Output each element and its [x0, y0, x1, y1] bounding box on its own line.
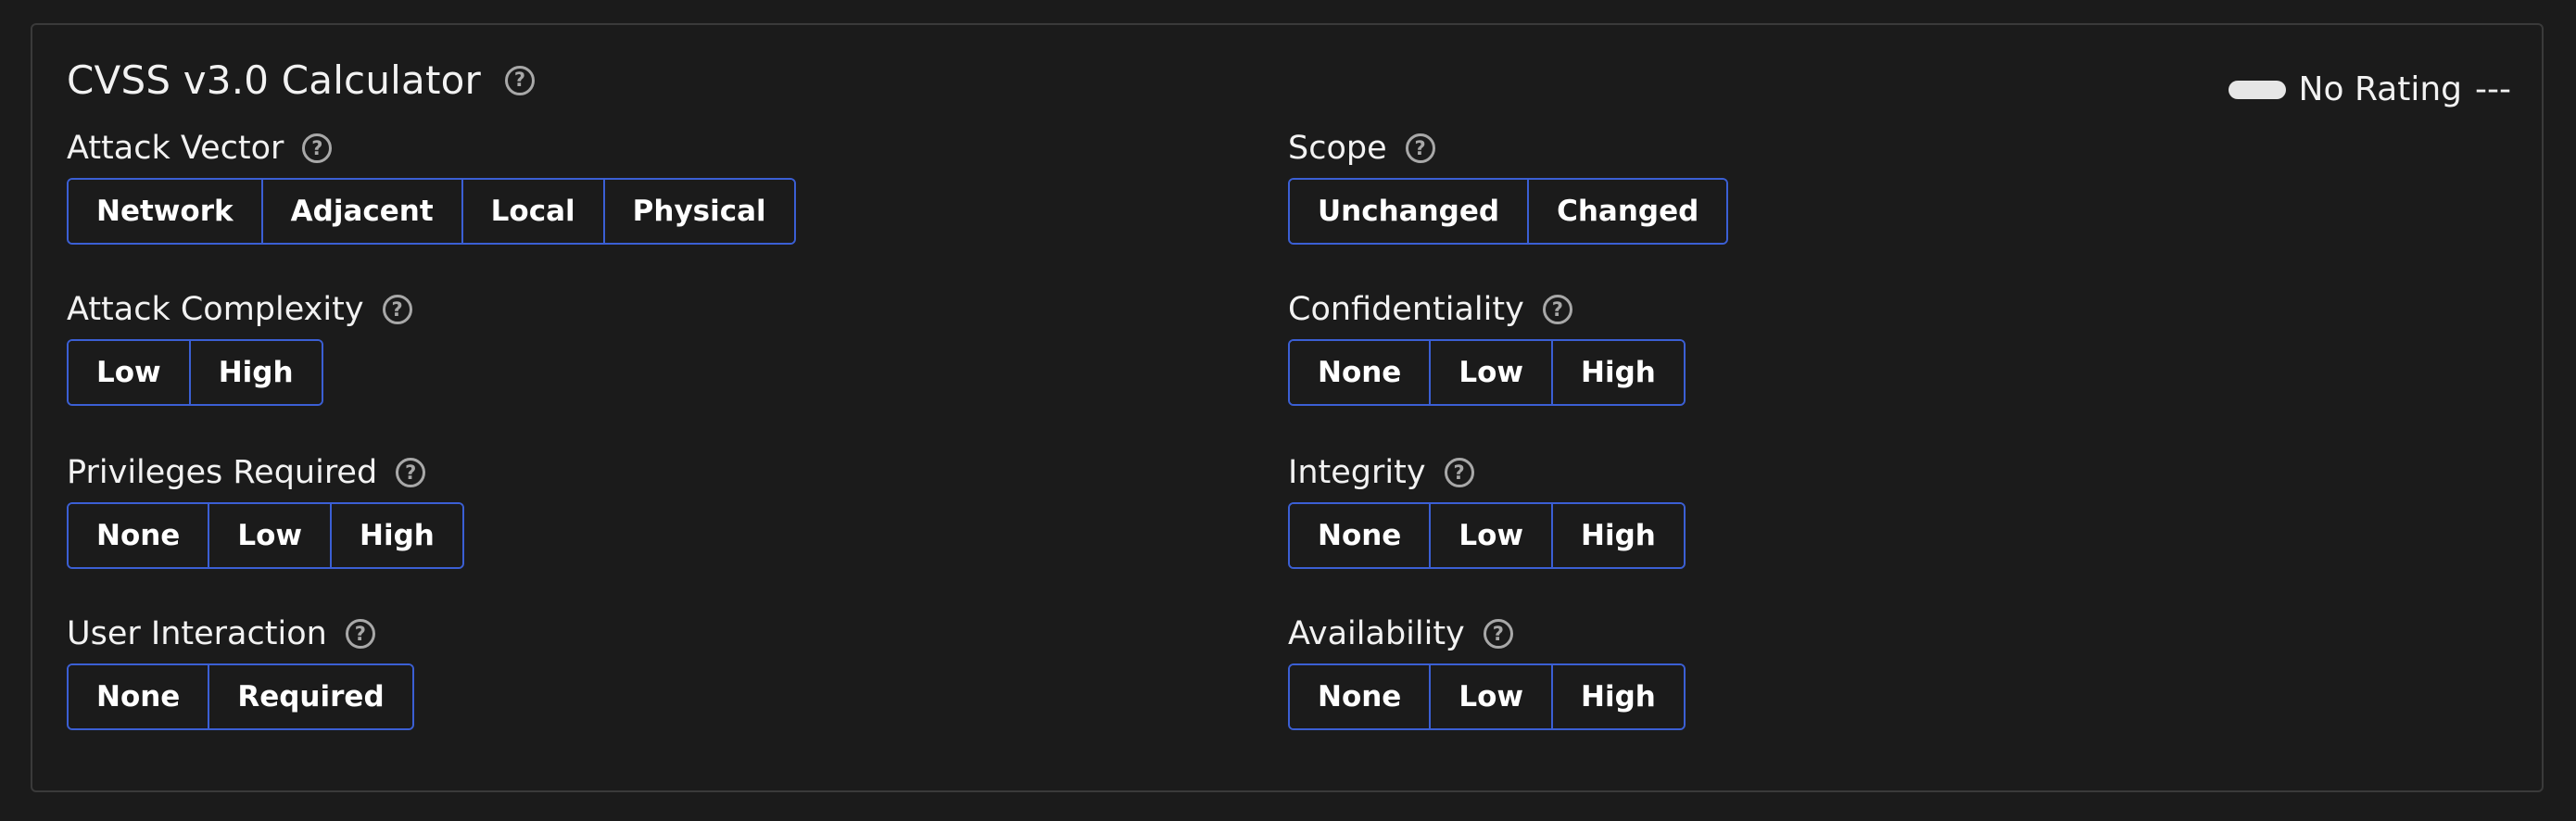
metric-label: Attack Complexity — [67, 291, 364, 328]
option-adjacent[interactable]: Adjacent — [262, 180, 463, 243]
help-icon[interactable]: ? — [505, 65, 536, 95]
help-icon[interactable]: ? — [345, 619, 375, 649]
page-title: CVSS v3.0 Calculator — [67, 57, 482, 103]
option-high[interactable]: High — [1553, 341, 1684, 404]
privileges-required-options: None Low High — [67, 502, 464, 569]
rating-indicator: No Rating --- — [2228, 70, 2511, 108]
metric-label: Availability — [1288, 615, 1465, 652]
option-none[interactable]: None — [1290, 504, 1432, 567]
confidentiality-options: None Low High — [1288, 339, 1686, 406]
metric-integrity: Integrity ? None Low High — [1288, 452, 1686, 569]
metric-scope: Scope ? Unchanged Changed — [1288, 128, 1729, 245]
help-icon[interactable]: ? — [1444, 458, 1474, 487]
rating-label: No Rating — [2298, 70, 2463, 108]
metric-availability: Availability ? None Low High — [1288, 613, 1686, 730]
help-icon[interactable]: ? — [1483, 619, 1513, 649]
help-icon[interactable]: ? — [382, 295, 412, 324]
rating-score: --- — [2475, 70, 2511, 108]
option-none[interactable]: None — [69, 665, 210, 728]
metric-label: Privileges Required — [67, 454, 378, 491]
attack-vector-options: Network Adjacent Local Physical — [67, 178, 796, 245]
option-unchanged[interactable]: Unchanged — [1290, 180, 1530, 243]
option-low[interactable]: Low — [209, 504, 333, 567]
option-high[interactable]: High — [1553, 504, 1684, 567]
metric-label: Integrity — [1288, 454, 1426, 491]
metric-privileges-required: Privileges Required ? None Low High — [67, 452, 464, 569]
option-low[interactable]: Low — [1431, 665, 1554, 728]
option-changed[interactable]: Changed — [1529, 180, 1727, 243]
help-icon[interactable]: ? — [302, 133, 333, 163]
option-low[interactable]: Low — [1431, 341, 1554, 404]
option-high[interactable]: High — [190, 341, 322, 404]
metric-confidentiality: Confidentiality ? None Low High — [1288, 289, 1686, 406]
option-none[interactable]: None — [1290, 665, 1432, 728]
option-local[interactable]: Local — [462, 180, 605, 243]
option-network[interactable]: Network — [69, 180, 263, 243]
rating-pill-icon — [2228, 80, 2286, 99]
option-high[interactable]: High — [1553, 665, 1684, 728]
attack-complexity-options: Low High — [67, 339, 323, 406]
metric-label: Attack Vector — [67, 130, 284, 167]
option-low[interactable]: Low — [69, 341, 191, 404]
metric-attack-complexity: Attack Complexity ? Low High — [67, 289, 412, 406]
metric-attack-vector: Attack Vector ? Network Adjacent Local P… — [67, 128, 796, 245]
metric-label: Scope — [1288, 130, 1387, 167]
calculator-header: CVSS v3.0 Calculator ? — [67, 57, 536, 103]
option-required[interactable]: Required — [209, 665, 412, 728]
option-low[interactable]: Low — [1431, 504, 1554, 567]
option-none[interactable]: None — [69, 504, 210, 567]
option-none[interactable]: None — [1290, 341, 1432, 404]
help-icon[interactable]: ? — [396, 458, 426, 487]
option-physical[interactable]: Physical — [604, 180, 794, 243]
user-interaction-options: None Required — [67, 663, 414, 730]
metric-label: Confidentiality — [1288, 291, 1524, 328]
option-high[interactable]: High — [332, 504, 462, 567]
metric-user-interaction: User Interaction ? None Required — [67, 613, 414, 730]
availability-options: None Low High — [1288, 663, 1686, 730]
scope-options: Unchanged Changed — [1288, 178, 1729, 245]
integrity-options: None Low High — [1288, 502, 1686, 569]
help-icon[interactable]: ? — [1405, 133, 1435, 163]
metric-label: User Interaction — [67, 615, 327, 652]
help-icon[interactable]: ? — [1542, 295, 1572, 324]
